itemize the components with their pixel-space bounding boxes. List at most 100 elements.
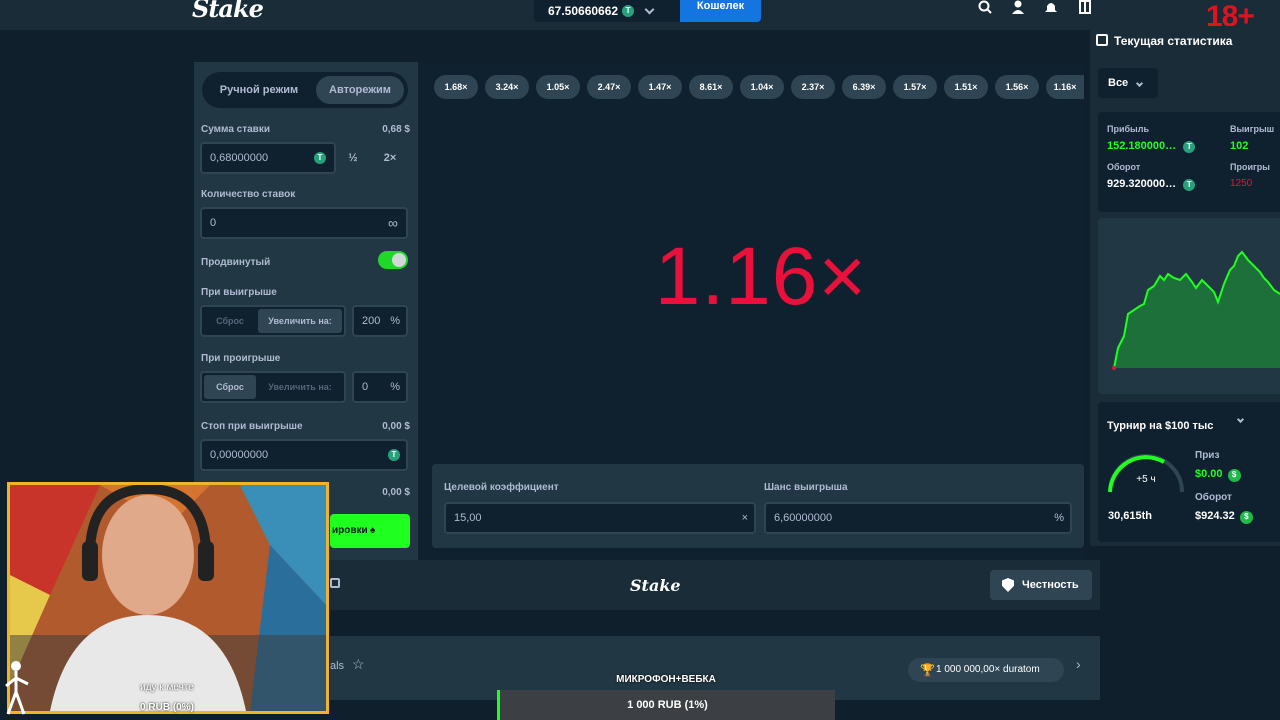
history-chip[interactable]: 1.68×	[434, 75, 478, 99]
stats-summary: Прибыль 152.180000… T Оборот 929.320000……	[1098, 112, 1280, 212]
fairness-button[interactable]: Честность	[990, 570, 1092, 600]
tether-coin-icon: T	[1183, 141, 1196, 153]
manual-mode-tab[interactable]: Ручной режим	[206, 76, 312, 104]
live-stats-panel: Текущая статистика Все Прибыль 152.18000…	[1090, 26, 1280, 546]
tether-coin-icon: T	[314, 152, 326, 164]
history-chip[interactable]: 1.47×	[638, 75, 682, 99]
chevron-down-icon	[644, 4, 655, 14]
on-win-reset-button[interactable]: Сброс	[204, 309, 256, 333]
top-win-text: 1 000 000,00× duratom	[936, 664, 1040, 675]
clear-icon[interactable]: ×	[742, 504, 748, 532]
search-icon[interactable]	[978, 0, 992, 14]
history-chip[interactable]: 3.24×	[485, 75, 529, 99]
expand-icon[interactable]	[330, 578, 340, 588]
cards-icon: ♠	[370, 525, 376, 536]
tether-coin-icon: T	[622, 5, 635, 17]
history-chip[interactable]: 2.37×	[791, 75, 835, 99]
half-bet-button[interactable]: ½	[338, 144, 368, 172]
race-wagered-value-text: $924.32	[1195, 510, 1235, 522]
balance-value: 67.50660662	[548, 4, 619, 18]
mode-toggle: Ручной режим Авторежим	[202, 72, 408, 108]
history-chip[interactable]: 1.16×	[1046, 75, 1084, 99]
wagered-value: 929.320000… T	[1107, 178, 1196, 191]
race-widget[interactable]: Турнир на $100 тыс +5 ч 30,615th Приз $0…	[1098, 402, 1280, 542]
history-chip[interactable]: 1.57×	[893, 75, 937, 99]
num-bets-label: Количество ставок	[201, 189, 296, 200]
profit-area	[1114, 252, 1280, 368]
bell-icon[interactable]	[1044, 0, 1058, 14]
top-win-pill[interactable]: 🏆 1 000 000,00× duratom	[908, 658, 1064, 682]
wagered-label: Оборот	[1107, 162, 1141, 172]
infinity-icon: ∞	[388, 215, 398, 231]
stake-logo[interactable]: Stake	[192, 0, 264, 23]
footer-stake-logo: Stake	[630, 576, 681, 595]
race-timer: +5 ч	[1136, 474, 1156, 485]
race-prize-value-text: $0.00	[1195, 468, 1223, 480]
auto-mode-tab[interactable]: Авторежим	[316, 76, 404, 104]
stop-win-input[interactable]: 0,00000000 T	[200, 439, 408, 471]
history-chip[interactable]: 8.61×	[689, 75, 733, 99]
stats-filter-dropdown[interactable]: Все	[1098, 68, 1158, 98]
result-multiplier: 1.16×	[654, 231, 868, 322]
fairness-label: Честность	[1022, 579, 1079, 591]
bet-amount-input[interactable]: 0,68000000 T	[200, 142, 336, 174]
profit-chart	[1098, 218, 1280, 394]
on-loss-percent-input[interactable]: 0 %	[352, 371, 408, 403]
win-chance-input[interactable]: 6,60000000 %	[764, 502, 1072, 534]
profit-label: Прибыль	[1107, 124, 1149, 134]
target-multiplier-input[interactable]: 15,00 ×	[444, 502, 756, 534]
chevron-right-icon[interactable]: ›	[1076, 656, 1081, 672]
wins-value: 102	[1230, 140, 1249, 152]
race-rank: 30,615th	[1108, 510, 1153, 522]
tether-coin-icon: T	[1183, 179, 1196, 191]
wallet-button[interactable]: Кошелек	[680, 0, 761, 22]
on-loss-reset-button[interactable]: Сброс	[204, 375, 256, 399]
on-win-percent-input[interactable]: 200 %	[352, 305, 408, 337]
stats-icon	[1096, 34, 1108, 46]
history-chip[interactable]: 1.04×	[740, 75, 784, 99]
race-prize-value: $0.00 $	[1195, 468, 1241, 482]
on-win-increase-button[interactable]: Увеличить на:	[258, 309, 342, 333]
history-chip[interactable]: 1.05×	[536, 75, 580, 99]
on-win-segment: Сброс Увеличить на:	[200, 305, 346, 337]
advanced-toggle[interactable]	[378, 251, 408, 269]
stats-title-text: Текущая статистика	[1114, 34, 1233, 48]
trophy-icon: 🏆	[920, 663, 935, 677]
history-chip[interactable]: 1.51×	[944, 75, 988, 99]
chart-start-dot	[1112, 366, 1116, 370]
game-footer: Stake Честность	[330, 560, 1100, 610]
dollar-coin-icon: $	[1239, 511, 1253, 524]
percent-icon: %	[1054, 512, 1064, 524]
target-multiplier-value: 15,00	[454, 512, 482, 524]
betslip-icon[interactable]	[1078, 0, 1092, 14]
chevron-down-icon	[1136, 79, 1144, 88]
target-multiplier-label: Целевой коэффициент	[444, 482, 559, 493]
on-loss-increase-button[interactable]: Увеличить на:	[258, 375, 342, 399]
start-autobet-label: ировки	[332, 525, 368, 536]
donation-goal-bar: 1 000 RUB (1%)	[497, 690, 835, 720]
history-chip[interactable]: 2.47×	[587, 75, 631, 99]
on-loss-segment: Сброс Увеличить на:	[200, 371, 346, 403]
star-icon[interactable]: ☆	[352, 656, 365, 673]
win-chance-label: Шанс выигрыша	[764, 482, 848, 493]
race-wagered-label: Оборот	[1195, 492, 1232, 503]
donation-total: 0 RUB (0%)	[140, 702, 194, 713]
history-chip[interactable]: 6.39×	[842, 75, 886, 99]
losses-value: 1250	[1230, 178, 1253, 189]
webcam-overlay	[7, 482, 329, 714]
stop-loss-usd: 0,00 $	[382, 487, 410, 498]
dollar-coin-icon: $	[1227, 469, 1241, 482]
user-icon[interactable]	[1011, 0, 1025, 14]
num-bets-input[interactable]: 0 ∞	[200, 207, 408, 239]
percent-icon: %	[390, 381, 400, 393]
tether-coin-icon: T	[388, 449, 400, 461]
start-autobet-button[interactable]: ировки ♠	[330, 514, 410, 548]
wins-label: Выигрыш	[1230, 124, 1275, 134]
balance-selector[interactable]: 67.50660662 T	[534, 0, 680, 22]
history-chip[interactable]: 1.56×	[995, 75, 1039, 99]
bet-amount-label: Сумма ставки	[201, 124, 270, 135]
chevron-down-icon	[1236, 415, 1245, 424]
shield-icon	[1002, 578, 1014, 592]
stop-win-value: 0,00000000	[210, 449, 269, 461]
double-bet-button[interactable]: 2×	[372, 144, 408, 172]
